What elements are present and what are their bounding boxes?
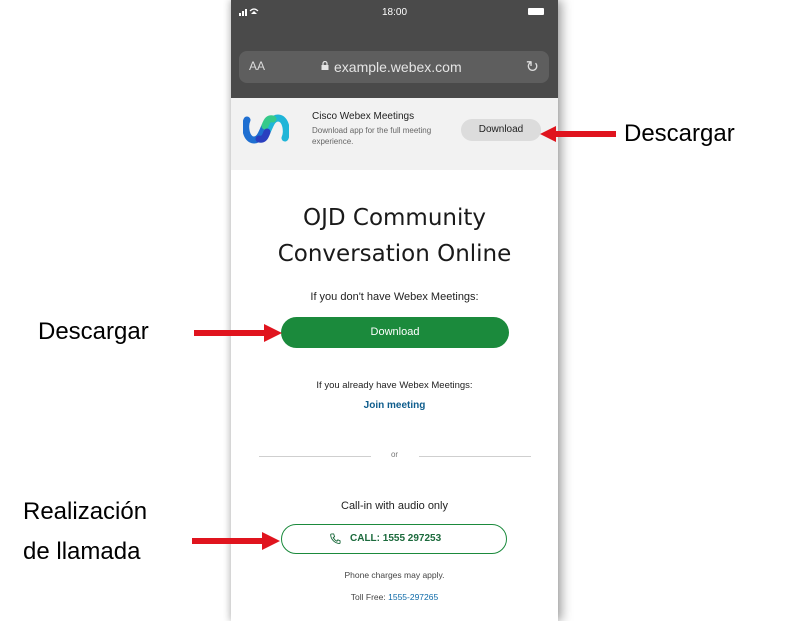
or-separator: or — [390, 450, 399, 459]
annotation-call-line2: de llamada — [23, 538, 141, 565]
battery-icon — [528, 8, 544, 15]
no-app-prompt: If you don't have Webex Meetings: — [310, 291, 479, 303]
red-arrow-icon — [540, 126, 616, 142]
lock-icon — [321, 61, 329, 70]
banner-app-name: Cisco Webex Meetings — [312, 111, 415, 122]
have-app-prompt: If you already have Webex Meetings: — [316, 380, 473, 391]
divider-right — [419, 456, 531, 457]
charges-note: Phone charges may apply. — [344, 570, 445, 580]
banner-download-button[interactable]: Download — [461, 119, 541, 141]
clock: 18:00 — [381, 7, 408, 18]
page-title: OJD Community Conversation Online — [231, 200, 558, 272]
annotation-banner-download: Descargar — [624, 120, 735, 147]
join-meeting-link[interactable]: Join meeting — [231, 400, 558, 411]
red-arrow-icon — [194, 324, 282, 342]
toll-free-number[interactable]: 1555-297265 — [388, 592, 438, 602]
app-banner: Cisco Webex Meetings Download app for th… — [231, 98, 558, 170]
page-title-line1: OJD Community — [302, 205, 487, 231]
webex-logo — [243, 114, 289, 144]
call-button-label: CALL: 1555 297253 — [350, 533, 442, 544]
download-button[interactable]: Download — [281, 317, 509, 348]
reload-icon[interactable]: ↻ — [526, 57, 539, 77]
red-arrow-icon — [192, 532, 280, 550]
annotation-call-line1: Realización — [23, 498, 148, 525]
status-bar: 18:00 — [231, 0, 558, 36]
call-button[interactable]: CALL: 1555 297253 — [281, 524, 507, 554]
phone-icon — [330, 533, 341, 544]
banner-app-description: Download app for the full meeting experi… — [312, 126, 432, 146]
annotation-main-download: Descargar — [38, 318, 149, 345]
address-bar[interactable]: AA example.webex.com ↻ — [239, 51, 549, 83]
toll-free-line: Toll Free: 1555-297265 — [231, 592, 558, 602]
url-text: example.webex.com — [334, 59, 462, 75]
page-title-line2: Conversation Online — [277, 241, 512, 267]
reader-mode-button[interactable]: AA — [249, 59, 265, 73]
phone-screen: 18:00 AA example.webex.com ↻ Cisco Webex… — [231, 0, 558, 621]
callin-label: Call-in with audio only — [341, 500, 448, 512]
browser-toolbar: AA example.webex.com ↻ — [231, 36, 558, 98]
toll-free-label: Toll Free: — [350, 592, 389, 602]
